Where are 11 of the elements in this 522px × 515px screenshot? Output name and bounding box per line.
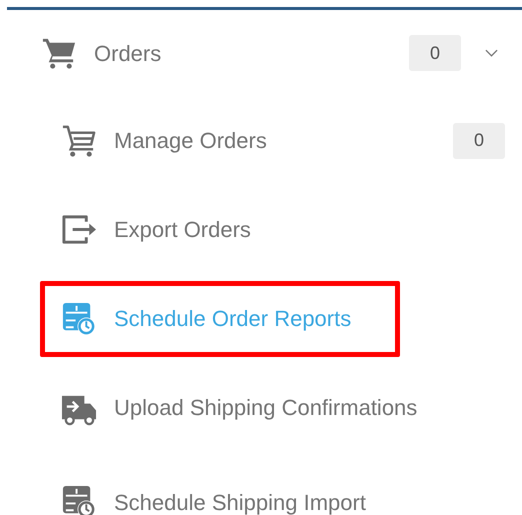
submenu-item[interactable]: Schedule Order Reports xyxy=(40,280,400,356)
submenu-item[interactable]: Schedule Shipping Import xyxy=(40,479,386,515)
menu-item[interactable]: Orders xyxy=(40,35,409,71)
count-badge: 0 xyxy=(409,35,461,71)
menu-label: Orders xyxy=(94,40,162,68)
count-badge: 0 xyxy=(453,122,505,158)
submenu-item[interactable]: Manage Orders xyxy=(40,118,287,164)
submenu-item[interactable]: Upload Shipping Confirmations xyxy=(40,384,438,430)
chevron-down-icon[interactable] xyxy=(485,49,498,57)
submenu-item[interactable]: Export Orders xyxy=(40,206,271,252)
cart-icon xyxy=(60,122,98,158)
